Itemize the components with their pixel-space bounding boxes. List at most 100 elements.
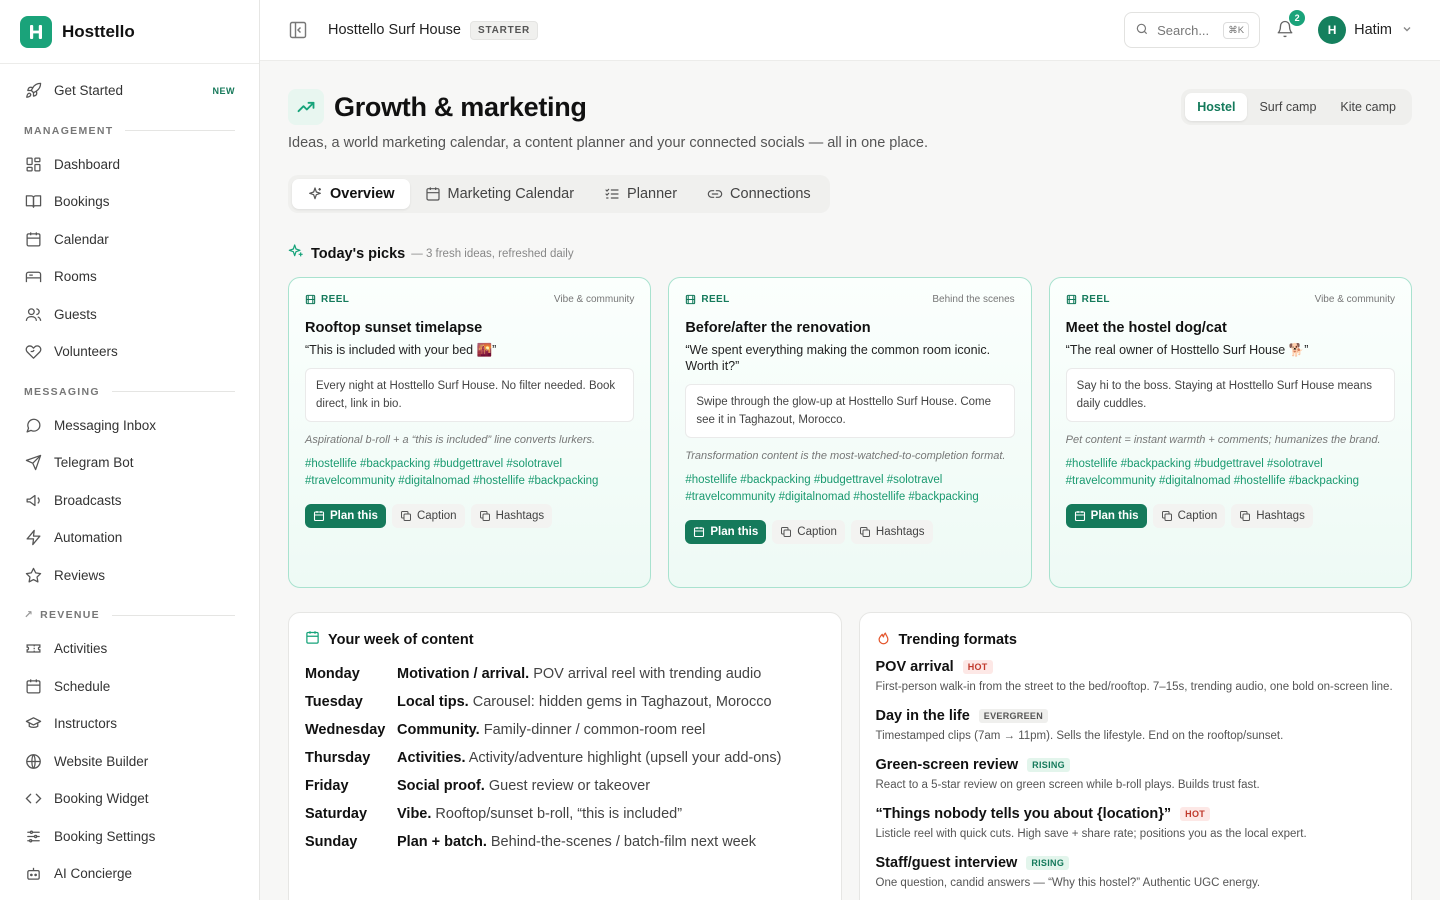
sidebar-toggle-icon[interactable] (288, 20, 308, 40)
sidebar-item-label: Activities (54, 641, 108, 657)
tab-planner[interactable]: Planner (589, 179, 692, 209)
sidebar-item-volunteers[interactable]: Volunteers (0, 333, 259, 371)
reel-badge: REEL (685, 294, 729, 305)
section-messaging: MESSAGING (0, 377, 259, 407)
copy-caption-button[interactable]: Caption (1152, 504, 1226, 528)
week-theme: Community. (397, 722, 480, 738)
sidebar-item-broadcasts[interactable]: Broadcasts (0, 482, 259, 520)
trend-desc: Listicle reel with quick cuts. High save… (875, 828, 1307, 840)
sidebar-item-label: Booking Settings (54, 828, 156, 844)
sidebar-item-label: Booking Widget (54, 791, 149, 807)
week-title: Your week of content (328, 631, 474, 648)
sidebar-item-activities[interactable]: Activities (0, 630, 259, 668)
plan-this-button[interactable]: Plan this (305, 504, 386, 528)
trend-item[interactable]: “Things nobody tells you about {location… (876, 806, 1396, 843)
segment-surf-camp[interactable]: Surf camp (1247, 93, 1328, 121)
sidebar-item-guests[interactable]: Guests (0, 296, 259, 334)
sidebar-item-label: Automation (54, 530, 123, 546)
copy-hashtags-button[interactable]: Hashtags (850, 520, 933, 544)
sidebar: Hosttello Get Started NEW MANAGEMENT Das… (0, 0, 260, 900)
sidebar-item-instructors[interactable]: Instructors (0, 705, 259, 743)
sidebar-item-schedule[interactable]: Schedule (0, 668, 259, 706)
bottom-panels: Your week of content Monday Motivation / … (288, 612, 1412, 900)
notification-count: 2 (1289, 10, 1306, 26)
sidebar-item-label: Dashboard (54, 156, 121, 172)
caption-label: Caption (1177, 510, 1218, 522)
segment-kite-camp[interactable]: Kite camp (1328, 93, 1408, 121)
sidebar-item-label: Instructors (54, 716, 118, 732)
trend-item[interactable]: Green-screen review RISING React to a 5-st… (876, 757, 1396, 794)
trend-badge: HOT (962, 660, 993, 674)
sidebar-item-reviews[interactable]: Reviews (0, 557, 259, 595)
brand[interactable]: Hosttello (0, 0, 259, 64)
idea-card: REEL Vibe & community Meet the hostel do… (1048, 277, 1412, 588)
week-idea: Family-dinner / common-room reel (483, 722, 706, 738)
plan-this-button[interactable]: Plan this (1065, 504, 1147, 528)
card-title: Meet the hostel dog/cat (1065, 320, 1227, 336)
sidebar-item-label: Website Builder (54, 753, 149, 769)
user-menu[interactable]: H Hatim (1318, 16, 1412, 44)
sidebar-item-booking-settings[interactable]: Booking Settings (0, 818, 259, 856)
bed-icon (24, 268, 42, 286)
sidebar-item-telegram-bot[interactable]: Telegram Bot (0, 444, 259, 482)
chevron-down-icon (1402, 21, 1412, 39)
sidebar-item-label: Telegram Bot (54, 455, 134, 471)
section-management: MANAGEMENT (0, 116, 259, 146)
tab-connections[interactable]: Connections (692, 179, 826, 209)
property-name[interactable]: Hosttello Surf House (328, 22, 461, 38)
page-subtitle: Ideas, a world marketing calendar, a con… (288, 135, 928, 151)
hashtags-label: Hashtags (1256, 510, 1305, 522)
sidebar-item-dashboard[interactable]: Dashboard (0, 146, 259, 184)
trending-list: POV arrival HOT First-person walk-in from … (876, 659, 1396, 892)
picks-header: Today's picks — 3 fresh ideas, refreshed… (288, 243, 1412, 264)
idea-card: REEL Vibe & community Rooftop sunset tim… (288, 277, 652, 588)
sidebar-item-automation[interactable]: Automation (0, 519, 259, 557)
section-title: REVENUE (40, 609, 100, 621)
flame-icon (876, 630, 891, 649)
week-theme: Social proof. (397, 778, 485, 794)
globe-icon (24, 752, 42, 770)
week-row: Tuesday Local tips. Carousel: hidden gems… (305, 688, 825, 716)
card-note: Transformation content is the most-watch… (685, 450, 1006, 462)
trend-badge: EVERGREEN (978, 709, 1048, 723)
page-tabs: Overview Marketing Calendar Planner Conn… (288, 175, 830, 213)
sparkle-icon (307, 186, 323, 202)
trend-item[interactable]: POV arrival HOT First-person walk-in from … (876, 659, 1396, 696)
plan-this-button[interactable]: Plan this (685, 520, 767, 544)
copy-hashtags-button[interactable]: Hashtags (470, 504, 553, 528)
copy-caption-button[interactable]: Caption (391, 504, 465, 528)
week-panel: Your week of content Monday Motivation / … (288, 612, 842, 900)
trend-title: Day in the life (875, 708, 970, 724)
sidebar-item-booking-widget[interactable]: Booking Widget (0, 780, 259, 818)
tab-marketing-calendar[interactable]: Marketing Calendar (410, 179, 590, 209)
search-input[interactable]: Search... ⌘K (1124, 12, 1261, 48)
sidebar-item-ai-concierge[interactable]: AI Concierge (0, 855, 259, 893)
reel-badge: REEL (1066, 294, 1110, 305)
sidebar-item-bookings[interactable]: Bookings (0, 183, 259, 221)
sidebar-item-rooms[interactable]: Rooms (0, 258, 259, 296)
sidebar-item-label: Guests (54, 306, 97, 322)
section-title: MANAGEMENT (24, 124, 114, 137)
sidebar-item-messaging-inbox[interactable]: Messaging Inbox (0, 407, 259, 445)
tab-overview[interactable]: Overview (292, 179, 410, 209)
trend-item[interactable]: Day in the life EVERGREEN Timestamped clip… (876, 708, 1396, 745)
week-day: Tuesday (305, 694, 363, 710)
ticket-icon (24, 640, 42, 658)
sidebar-item-calendar[interactable]: Calendar (0, 221, 259, 259)
card-title: Rooftop sunset timelapse (305, 320, 483, 336)
picks-cards: REEL Vibe & community Rooftop sunset tim… (288, 277, 1412, 588)
card-hashtags: #hostellife #backpacking #budgettravel #… (305, 458, 599, 487)
week-idea: Behind-the-scenes / batch-film next week (490, 834, 757, 850)
sidebar-item-website-builder[interactable]: Website Builder (0, 743, 259, 781)
sidebar-item-get-started[interactable]: Get Started NEW (0, 72, 259, 110)
week-theme: Motivation / arrival. (397, 666, 530, 682)
topbar: Hosttello Surf House STARTER Search... ⌘… (260, 0, 1440, 61)
trend-item[interactable]: Staff/guest interview RISING One question,… (876, 855, 1396, 892)
card-note: Aspirational b-roll + a “this is include… (305, 434, 596, 446)
card-hashtags: #hostellife #backpacking #budgettravel #… (685, 474, 979, 503)
copy-caption-button[interactable]: Caption (772, 520, 845, 544)
notifications-button[interactable]: 2 (1276, 10, 1306, 40)
segment-hostel[interactable]: Hostel (1185, 93, 1248, 121)
copy-hashtags-button[interactable]: Hashtags (1231, 504, 1313, 528)
card-note: Pet content = instant warmth + comments;… (1065, 434, 1381, 446)
